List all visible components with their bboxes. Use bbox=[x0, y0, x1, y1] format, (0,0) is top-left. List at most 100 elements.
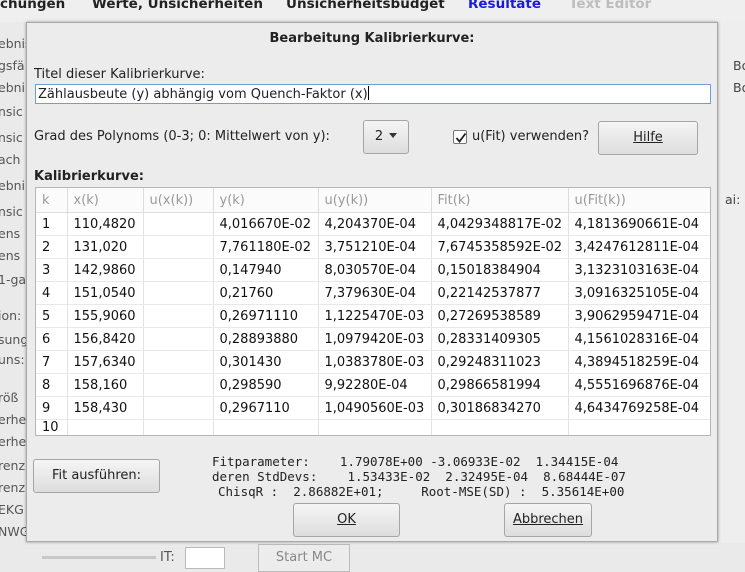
table-cell[interactable]: 7 bbox=[36, 350, 68, 374]
table-cell[interactable] bbox=[431, 419, 569, 435]
column-header[interactable]: y(k) bbox=[213, 188, 319, 213]
table-cell[interactable] bbox=[143, 304, 214, 328]
start-mc-button[interactable]: Start MC bbox=[258, 544, 350, 572]
table-cell[interactable]: 1,1225470E-03 bbox=[318, 304, 432, 328]
column-header[interactable]: u(x(k)) bbox=[143, 188, 214, 213]
table-cell[interactable]: 3 bbox=[36, 258, 68, 282]
table-cell[interactable]: 6 bbox=[36, 327, 68, 351]
ok-button[interactable]: OK bbox=[293, 503, 400, 537]
table-cell[interactable] bbox=[143, 327, 214, 351]
table-cell[interactable]: 0,21760 bbox=[213, 281, 319, 305]
table-cell[interactable]: 7,761180E-02 bbox=[213, 235, 319, 259]
column-header[interactable]: x(k) bbox=[67, 188, 144, 213]
table-cell[interactable]: 158,160 bbox=[67, 373, 144, 397]
table-cell[interactable]: 158,430 bbox=[67, 396, 144, 420]
table-cell[interactable]: 5 bbox=[36, 304, 68, 328]
column-header[interactable]: u(y(k)) bbox=[318, 188, 432, 213]
table-cell[interactable]: 8 bbox=[36, 373, 68, 397]
table-cell[interactable]: 131,020 bbox=[67, 235, 144, 259]
table-cell[interactable]: 8,030570E-04 bbox=[318, 258, 432, 282]
menu-item-werte[interactable]: Werte, Unsicherheiten bbox=[92, 0, 263, 12]
table-cell[interactable] bbox=[318, 419, 432, 435]
table-cell[interactable]: 9 bbox=[36, 396, 68, 420]
help-button[interactable]: Hilfe bbox=[598, 121, 698, 155]
table-cell[interactable]: 9,92280E-04 bbox=[318, 373, 432, 397]
table-row[interactable]: 7 157,6340 0,301430 1,0383780E-03 0,29248311… bbox=[36, 350, 710, 374]
use-fit-checkbox[interactable] bbox=[453, 130, 467, 144]
table-cell[interactable]: 0,29248311023 bbox=[431, 350, 569, 374]
table-cell[interactable]: 4 bbox=[36, 281, 68, 305]
table-row[interactable]: 10 bbox=[36, 419, 710, 435]
table-cell[interactable] bbox=[143, 419, 214, 435]
bg-slider-track[interactable] bbox=[42, 556, 156, 559]
table-cell[interactable]: 1,0383780E-03 bbox=[318, 350, 432, 374]
table-cell[interactable]: 0,2967110 bbox=[213, 396, 319, 420]
table-cell[interactable]: 2 bbox=[36, 235, 68, 259]
column-header[interactable]: Fit(k) bbox=[431, 188, 569, 213]
table-cell[interactable]: 7,6745358592E-02 bbox=[431, 235, 569, 259]
table-cell[interactable]: 157,6340 bbox=[67, 350, 144, 374]
degree-combobox[interactable]: 2 bbox=[363, 120, 409, 154]
table-row[interactable]: 6 156,8420 0,28893880 1,0979420E-03 0,283314… bbox=[36, 327, 710, 351]
run-fit-button[interactable]: Fit ausführen: bbox=[33, 459, 160, 493]
table-row[interactable]: 4 151,0540 0,21760 7,379630E-04 0,2214253787… bbox=[36, 281, 710, 305]
table-cell[interactable]: 4,5551696876E-04 bbox=[568, 373, 710, 397]
table-row[interactable]: 3 142,9860 0,147940 8,030570E-04 0,150183849… bbox=[36, 258, 710, 282]
table-cell[interactable]: 0,298590 bbox=[213, 373, 319, 397]
table-cell[interactable]: 4,1561028316E-04 bbox=[568, 327, 710, 351]
table-cell[interactable]: 4,016670E-02 bbox=[213, 212, 319, 236]
table-cell[interactable]: 3,1323103163E-04 bbox=[568, 258, 710, 282]
menu-item-rechnungen[interactable]: chungen bbox=[0, 0, 65, 12]
table-row[interactable]: 2 131,020 7,761180E-02 3,751210E-04 7,674535… bbox=[36, 235, 710, 259]
table-cell[interactable]: 142,9860 bbox=[67, 258, 144, 282]
table-cell[interactable]: 1,0490560E-03 bbox=[318, 396, 432, 420]
table-cell[interactable]: 0,30186834270 bbox=[431, 396, 569, 420]
table-cell[interactable]: 4,204370E-04 bbox=[318, 212, 432, 236]
table-cell[interactable]: 7,379630E-04 bbox=[318, 281, 432, 305]
curve-title-input[interactable]: Zählausbeute (y) abhängig vom Quench-Fak… bbox=[35, 84, 711, 104]
table-cell[interactable] bbox=[143, 396, 214, 420]
table-cell[interactable] bbox=[213, 419, 319, 435]
table-cell[interactable]: 4,6434769258E-04 bbox=[568, 396, 710, 420]
table-row[interactable]: 1 110,4820 4,016670E-02 4,204370E-04 4,04293… bbox=[36, 212, 710, 236]
table-cell[interactable] bbox=[143, 281, 214, 305]
table-cell[interactable]: 0,301430 bbox=[213, 350, 319, 374]
table-cell[interactable]: 4,1813690661E-04 bbox=[568, 212, 710, 236]
table-cell[interactable] bbox=[143, 212, 214, 236]
table-cell[interactable] bbox=[143, 258, 214, 282]
table-cell[interactable]: 3,4247612811E-04 bbox=[568, 235, 710, 259]
table-cell[interactable]: 155,9060 bbox=[67, 304, 144, 328]
table-cell[interactable]: 0,22142537877 bbox=[431, 281, 569, 305]
table-cell[interactable]: 10 bbox=[36, 419, 68, 435]
table-cell[interactable]: 0,28331409305 bbox=[431, 327, 569, 351]
table-cell[interactable] bbox=[143, 350, 214, 374]
table-cell[interactable]: 0,29866581994 bbox=[431, 373, 569, 397]
table-cell[interactable] bbox=[143, 373, 214, 397]
table-cell[interactable]: 0,15018384904 bbox=[431, 258, 569, 282]
menu-item-resultate[interactable]: Resultate bbox=[468, 0, 541, 12]
column-header[interactable]: u(Fit(k)) bbox=[568, 188, 710, 213]
table-cell[interactable]: 0,26971110 bbox=[213, 304, 319, 328]
table-cell[interactable]: 110,4820 bbox=[67, 212, 144, 236]
table-cell[interactable]: 4,0429348817E-02 bbox=[431, 212, 569, 236]
cancel-button[interactable]: Abbrechen bbox=[504, 503, 592, 537]
column-header[interactable]: k bbox=[36, 188, 68, 213]
table-cell[interactable]: 151,0540 bbox=[67, 281, 144, 305]
table-cell[interactable]: 4,3894518259E-04 bbox=[568, 350, 710, 374]
table-cell[interactable]: 156,8420 bbox=[67, 327, 144, 351]
table-cell[interactable]: 3,9062959471E-04 bbox=[568, 304, 710, 328]
table-cell[interactable]: 1 bbox=[36, 212, 68, 236]
table-cell[interactable] bbox=[568, 419, 710, 435]
table-row[interactable]: 5 155,9060 0,26971110 1,1225470E-03 0,272695… bbox=[36, 304, 710, 328]
table-cell[interactable]: 3,751210E-04 bbox=[318, 235, 432, 259]
table-cell[interactable]: 0,147940 bbox=[213, 258, 319, 282]
table-cell[interactable] bbox=[143, 235, 214, 259]
menu-item-budget[interactable]: Unsicherheitsbudget bbox=[286, 0, 445, 12]
table-row[interactable]: 9 158,430 0,2967110 1,0490560E-03 0,30186834… bbox=[36, 396, 710, 420]
table-row[interactable]: 8 158,160 0,298590 9,92280E-04 0,29866581994… bbox=[36, 373, 710, 397]
table-cell[interactable]: 0,27269538589 bbox=[431, 304, 569, 328]
table-cell[interactable]: 1,0979420E-03 bbox=[318, 327, 432, 351]
table-cell[interactable]: 3,0916325105E-04 bbox=[568, 281, 710, 305]
table-cell[interactable] bbox=[67, 419, 144, 435]
it-input[interactable] bbox=[185, 547, 225, 569]
